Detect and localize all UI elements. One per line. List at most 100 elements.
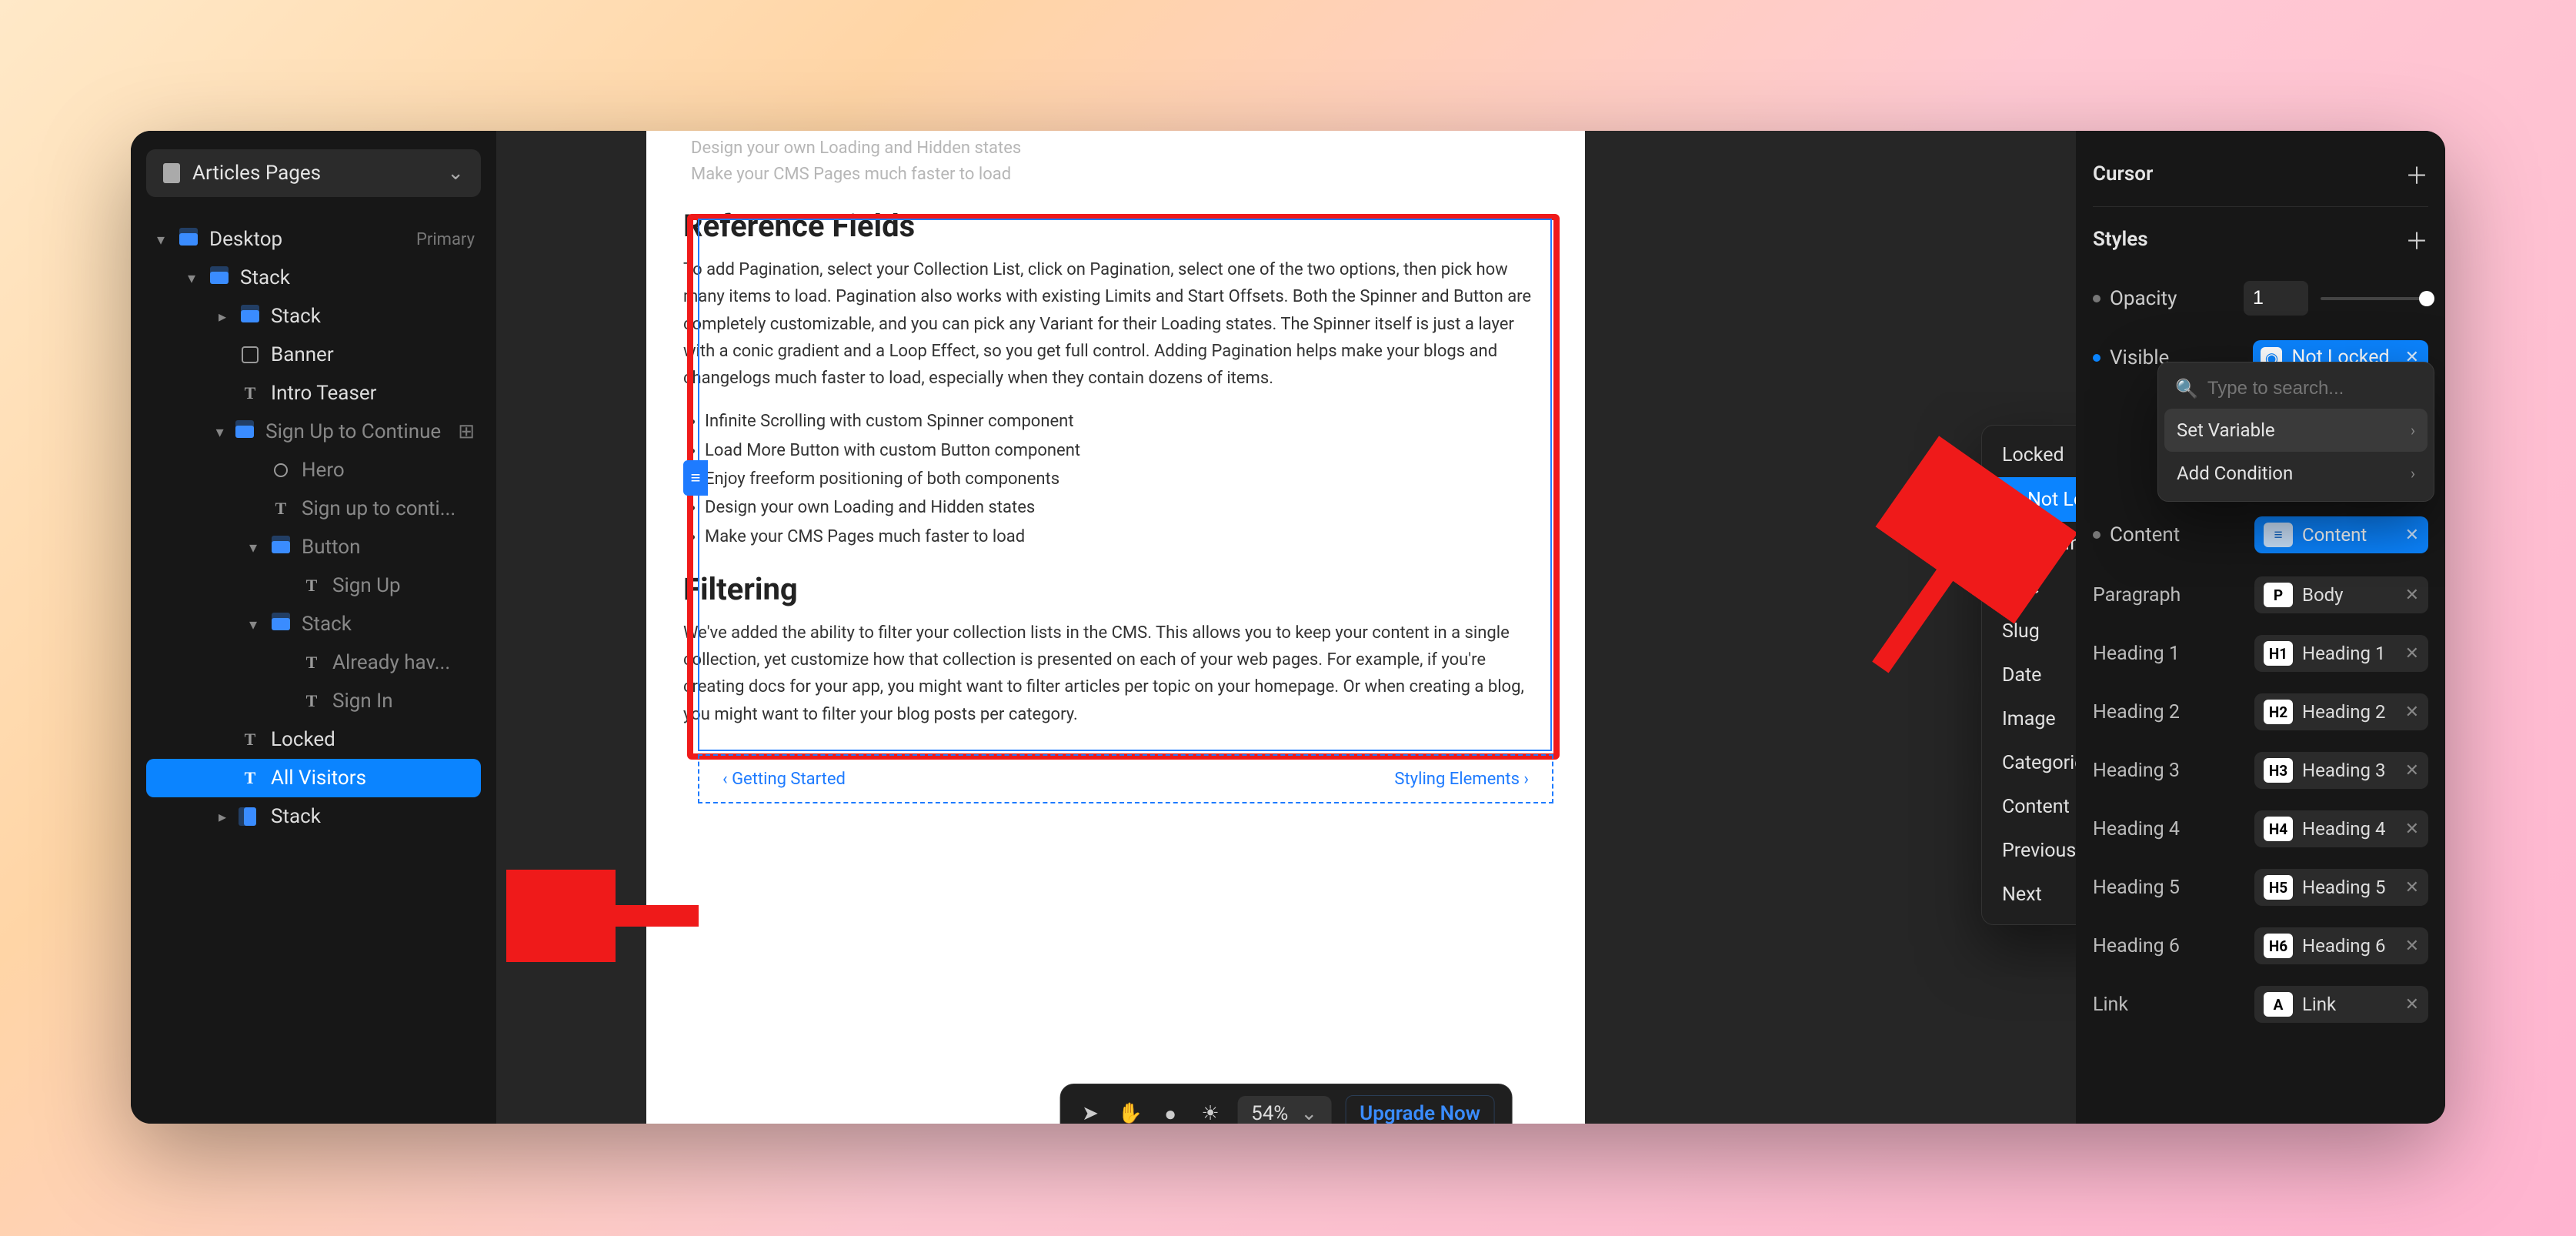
- layer-node[interactable]: TSign Up: [146, 566, 481, 605]
- opacity-slider[interactable]: [2321, 297, 2428, 300]
- clear-icon[interactable]: ✕: [2405, 703, 2419, 722]
- layer-node[interactable]: ▾Sign Up to Continue⊞: [146, 413, 481, 451]
- style-row-label: Heading 6: [2093, 935, 2180, 957]
- style-chip[interactable]: H1Heading 1✕: [2254, 635, 2428, 672]
- style-mapping-row: Link ALink✕: [2093, 975, 2428, 1034]
- layer-node[interactable]: Banner: [146, 336, 481, 374]
- hand-tool-icon[interactable]: ✋: [1117, 1101, 1143, 1124]
- clear-icon[interactable]: ✕: [2405, 878, 2419, 897]
- context-menu-item[interactable]: ✓Not Locked: [1987, 477, 2076, 522]
- layer-secondary: Primary: [416, 230, 475, 249]
- style-mapping-row: Heading 1H1Heading 1✕: [2093, 624, 2428, 683]
- theme-toggle-icon[interactable]: ☀: [1197, 1101, 1223, 1124]
- cursor-tool-icon[interactable]: ➤: [1077, 1101, 1103, 1124]
- zoom-value: 54%: [1251, 1102, 1288, 1124]
- caret-icon[interactable]: ▾: [154, 230, 168, 249]
- layer-label: Stack: [240, 266, 290, 289]
- section-title-cursor: Cursor: [2093, 162, 2153, 185]
- style-chip[interactable]: H3Heading 3✕: [2254, 752, 2428, 789]
- layer-node[interactable]: ▸Stack: [146, 797, 481, 836]
- heading-filtering: Filtering: [683, 571, 1548, 607]
- style-mapping-row: ParagraphPBody✕: [2093, 566, 2428, 624]
- stack-icon: [179, 229, 199, 249]
- comment-tool-icon[interactable]: ●: [1157, 1101, 1183, 1124]
- page-selector[interactable]: Articles Pages ⌄: [146, 149, 481, 197]
- layer-node[interactable]: TLocked: [146, 720, 481, 759]
- layer-node[interactable]: TAll Visitors: [146, 759, 481, 797]
- clear-icon[interactable]: ✕: [2405, 644, 2419, 663]
- layer-node[interactable]: TIntro Teaser: [146, 374, 481, 413]
- clear-icon[interactable]: ✕: [2405, 526, 2419, 545]
- layer-node[interactable]: ▾DesktopPrimary: [146, 220, 481, 259]
- context-menu-item[interactable]: Content›: [1987, 785, 2076, 829]
- layer-node[interactable]: TSign up to conti...: [146, 489, 481, 528]
- caret-icon[interactable]: ▾: [185, 269, 199, 287]
- add-condition-option[interactable]: Add Condition ›: [2164, 452, 2428, 495]
- style-mapping-row: Heading 5H5Heading 5✕: [2093, 858, 2428, 917]
- layer-node[interactable]: ▾Stack: [146, 605, 481, 643]
- canvas[interactable]: Design your own Loading and Hidden state…: [496, 131, 2076, 1124]
- document-page[interactable]: Design your own Loading and Hidden state…: [646, 131, 1585, 1124]
- search-icon: 🔍: [2175, 378, 2198, 399]
- left-sidebar: Articles Pages ⌄ ▾DesktopPrimary▾Stack▸S…: [131, 131, 496, 1124]
- layer-node[interactable]: ▸Stack: [146, 297, 481, 336]
- clear-icon[interactable]: ✕: [2405, 761, 2419, 780]
- context-menu-item[interactable]: Image›: [1987, 697, 2076, 741]
- menu-item-label: Teaser Intro: [2002, 533, 2076, 555]
- tag-badge: H1: [2264, 641, 2293, 666]
- context-menu-item[interactable]: Previous›: [1987, 829, 2076, 873]
- style-chip[interactable]: H5Heading 5✕: [2254, 869, 2428, 906]
- component-badge-icon: ⊞: [458, 420, 475, 443]
- content-chip[interactable]: ≡ Content ✕: [2254, 516, 2428, 553]
- style-chip[interactable]: H6Heading 6✕: [2254, 927, 2428, 964]
- layer-node[interactable]: T Sign In: [146, 682, 481, 720]
- variable-context-menu[interactable]: Locked✓Not LockedTeaser Intro›Title›Slug…: [1981, 425, 2076, 925]
- opacity-label: Opacity: [2093, 287, 2177, 310]
- layer-label: Button: [302, 536, 360, 559]
- clear-icon[interactable]: ✕: [2405, 937, 2419, 956]
- search-input[interactable]: [2207, 378, 2417, 399]
- set-variable-option[interactable]: Set Variable ›: [2164, 409, 2428, 452]
- add-style-button[interactable]: ＋: [2405, 222, 2428, 256]
- tag-badge: H5: [2264, 875, 2293, 900]
- layer-node[interactable]: TAlready hav...: [146, 643, 481, 682]
- style-chip[interactable]: H2Heading 2✕: [2254, 693, 2428, 730]
- context-menu-item[interactable]: Date›: [1987, 653, 2076, 697]
- context-menu-item[interactable]: Slug›: [1987, 610, 2076, 653]
- variable-search-popup[interactable]: 🔍 Set Variable › Add Condition ›: [2157, 362, 2434, 502]
- frame-icon: [240, 345, 260, 365]
- context-menu-item[interactable]: Next›: [1987, 873, 2076, 917]
- add-cursor-button[interactable]: ＋: [2405, 157, 2428, 191]
- style-chip-label: Heading 2: [2302, 701, 2385, 723]
- layer-node[interactable]: ▾ Stack: [146, 259, 481, 297]
- content-chip-label: Content: [2302, 524, 2367, 546]
- text-icon: T: [302, 691, 322, 711]
- context-menu-item[interactable]: Categories›: [1987, 741, 2076, 785]
- selection-handle[interactable]: ≡: [683, 460, 708, 496]
- clear-icon[interactable]: ✕: [2405, 586, 2419, 605]
- style-chip[interactable]: PBody✕: [2254, 576, 2428, 613]
- style-chip[interactable]: ALink✕: [2254, 986, 2428, 1023]
- layer-label: Sign In: [332, 690, 393, 713]
- caret-icon[interactable]: ▾: [246, 615, 260, 633]
- layer-node[interactable]: ▾ Button: [146, 528, 481, 566]
- style-mapping-row: Heading 6 H6Heading 6✕: [2093, 917, 2428, 975]
- caret-icon[interactable]: ▸: [215, 807, 229, 826]
- caret-icon[interactable]: ▸: [215, 307, 229, 326]
- list-item: Design your own Loading and Hidden state…: [705, 493, 1548, 522]
- style-chip[interactable]: H4Heading 4✕: [2254, 810, 2428, 847]
- layer-node[interactable]: Hero: [146, 451, 481, 489]
- properties-panel: Cursor ＋ Styles ＋ Opacity Visible ◉ Not: [2076, 131, 2445, 1124]
- context-menu-item[interactable]: Title›: [1987, 566, 2076, 610]
- caret-icon[interactable]: ▾: [246, 538, 260, 556]
- context-menu-item[interactable]: Teaser Intro›: [1987, 522, 2076, 566]
- menu-item-label: Not Locked: [2027, 489, 2076, 511]
- context-menu-item[interactable]: Locked: [1987, 433, 2076, 477]
- caret-icon[interactable]: ▾: [215, 423, 224, 441]
- clear-icon[interactable]: ✕: [2405, 995, 2419, 1014]
- style-row-label: Link: [2093, 994, 2128, 1016]
- upgrade-button[interactable]: Upgrade Now: [1345, 1095, 1495, 1124]
- zoom-control[interactable]: 54% ⌄: [1237, 1096, 1331, 1124]
- opacity-input[interactable]: [2244, 281, 2308, 316]
- clear-icon[interactable]: ✕: [2405, 820, 2419, 839]
